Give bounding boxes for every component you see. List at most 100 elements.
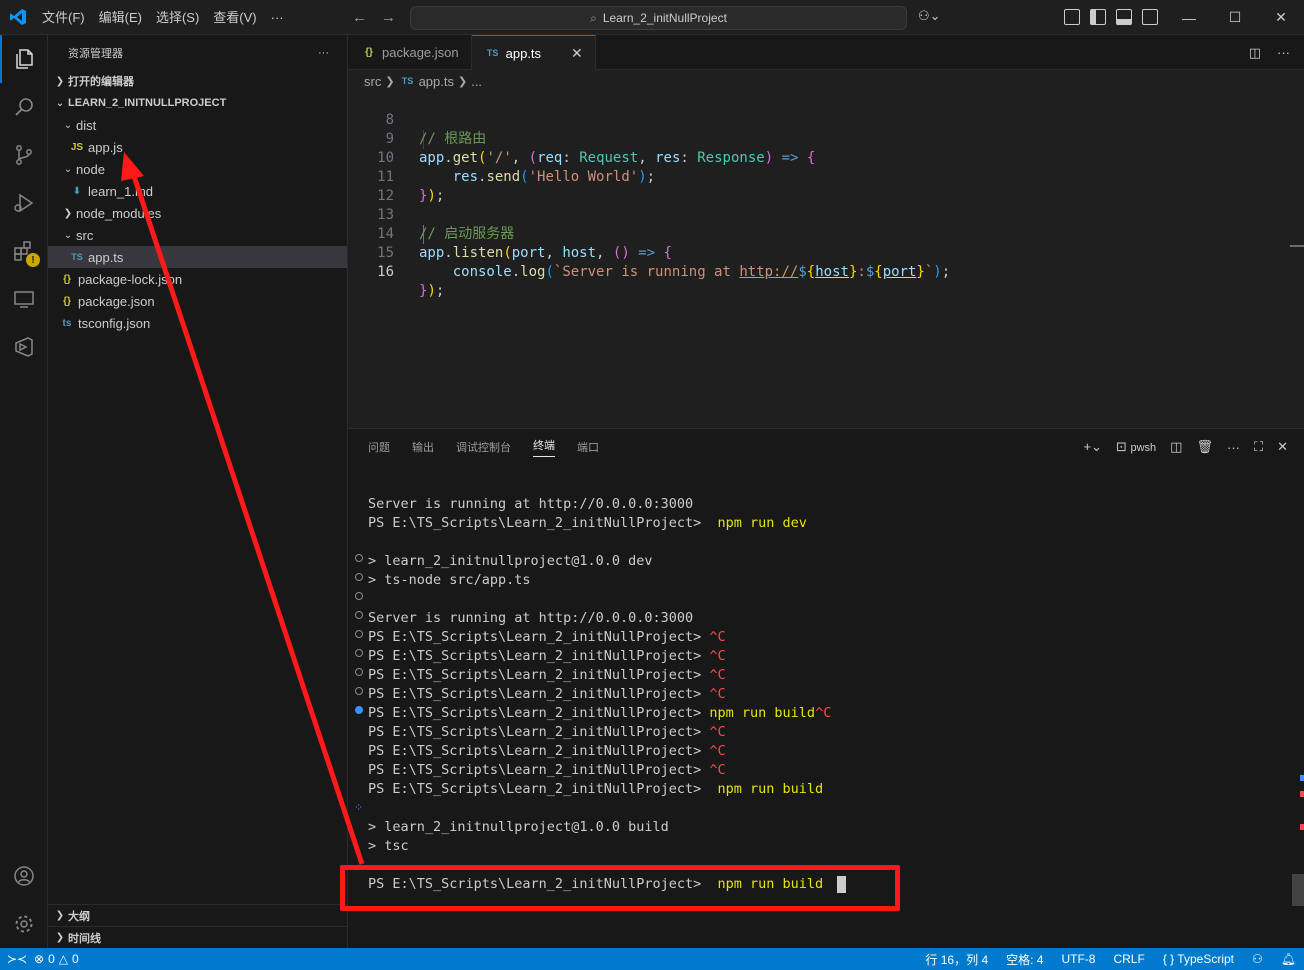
command-decoration[interactable] [355,630,363,638]
tree-file-package-lock[interactable]: {} package-lock.json [48,268,347,290]
markdown-file-icon: ⬇ [72,185,82,197]
command-decoration[interactable] [355,687,363,695]
copilot-icon[interactable]: ⚇⌄ [918,8,941,24]
tab-debug-console[interactable]: 调试控制台 [456,439,511,455]
line-ending[interactable]: CRLF [1113,952,1144,966]
cursor-position[interactable]: 行 16，列 4 [925,951,988,968]
explorer-sidebar: 资源管理器 ··· ❯ 打开的编辑器 ⌄ LEARN_2_INITNULLPRO… [48,35,348,948]
language-mode[interactable]: { } TypeScript [1163,952,1234,966]
maximize-icon[interactable]: ☐ [1212,0,1258,35]
tab-terminal[interactable]: 终端 [533,437,555,457]
title-bar: 文件(F) 编辑(E) 选择(S) 查看(V) ··· ← → ⌕ Learn_… [0,0,1304,35]
tree-file-package-json[interactable]: {} package.json [48,290,347,312]
close-window-icon[interactable]: ✕ [1258,0,1304,35]
tab-package-json[interactable]: {} package.json [348,35,472,70]
tree-file-tsconfig[interactable]: ts tsconfig.json [48,312,347,334]
tree-file-app-ts[interactable]: TS app.ts [48,246,347,268]
terminal-command: npm run build [709,705,816,721]
kill-terminal-icon[interactable]: 🗑 [1196,439,1213,455]
notifications-bell-icon[interactable]: 🔔︎ [1281,952,1296,966]
visual-studio-icon[interactable] [0,323,48,371]
command-decoration[interactable] [355,554,363,562]
code-token: // 启动服务器 [419,226,515,242]
tree-folder-dist[interactable]: ⌄ dist [48,114,347,136]
toggle-primary-sidebar-icon[interactable] [1090,9,1106,25]
chevron-right-icon: ❯ [55,75,65,87]
back-arrow-icon[interactable]: ← [352,9,367,26]
split-terminal-icon[interactable]: ◫ [1170,439,1182,455]
chevron-right-icon: ❯ [55,932,65,943]
menu-selection[interactable]: 选择(S) [149,0,206,35]
problems-indicator[interactable]: ⊗ 0 △ 0 [34,952,79,966]
minimize-icon[interactable]: — [1166,0,1212,35]
tab-app-ts[interactable]: TS app.ts ✕ [471,35,596,70]
breadcrumb-file[interactable]: app.ts [419,74,454,89]
tab-problems[interactable]: 问题 [368,439,390,455]
tree-file-app-js[interactable]: JS app.js [48,136,347,158]
tab-ports[interactable]: 端口 [577,439,599,455]
tree-label: app.js [88,139,123,155]
command-decoration[interactable] [355,592,363,600]
terminal-shell-icon[interactable]: ⊡ pwsh [1116,439,1156,455]
remote-indicator-icon[interactable]: ≻≺ [0,948,34,970]
copilot-status-icon[interactable]: ⚇ [1252,952,1263,966]
new-terminal-icon[interactable]: +⌄ [1083,439,1101,455]
menu-file[interactable]: 文件(F) [35,0,92,35]
menu-edit[interactable]: 编辑(E) [92,0,149,35]
command-center-search[interactable]: ⌕ Learn_2_initNullProject [410,6,907,30]
forward-arrow-icon[interactable]: → [381,9,396,26]
terminal-line: > tsc [368,837,409,856]
extensions-icon[interactable]: ! [0,227,48,275]
breadcrumb-folder[interactable]: src [364,74,381,89]
tree-label: learn_1.md [88,183,154,199]
tree-folder-src[interactable]: ⌄ src [48,224,347,246]
account-icon[interactable] [0,852,48,900]
explorer-more-icon[interactable]: ··· [318,47,329,59]
indentation[interactable]: 空格: 4 [1006,951,1043,968]
menu-view[interactable]: 查看(V) [206,0,263,35]
run-debug-icon[interactable] [0,179,48,227]
search-icon[interactable] [0,83,48,131]
tree-file-learn-md[interactable]: ⬇ learn_1.md [48,180,347,202]
source-control-icon[interactable] [0,131,48,179]
code-token: `Server is running at [553,264,740,280]
sparkle-icon[interactable]: ⁘ [354,801,363,814]
editor-more-icon[interactable]: ··· [1277,45,1290,61]
command-decoration[interactable] [355,573,363,581]
maximize-panel-icon[interactable]: ⛶ [1254,439,1263,455]
project-section[interactable]: ⌄ LEARN_2_INITNULLPROJECT [48,92,347,114]
terminal-text: > ts-node src/app.ts [368,572,531,588]
terminal-line: PS E:\TS_Scripts\Learn_2_initNullProject… [368,685,726,704]
command-decoration[interactable] [355,668,363,676]
tree-folder-node-modules[interactable]: ❯ node_modules [48,202,347,224]
settings-gear-icon[interactable] [0,900,48,948]
command-decoration[interactable] [355,706,363,714]
chevron-right-icon: ❯ [385,75,395,88]
customize-layout-icon[interactable] [1064,9,1080,25]
code-token: listen [452,245,504,261]
tab-output[interactable]: 输出 [412,439,434,455]
tree-folder-node[interactable]: ⌄ node [48,158,347,180]
code-editor[interactable]: 8 // 根路由 9 app.get('/', (req: Request, r… [348,92,1304,428]
open-editors-section[interactable]: ❯ 打开的编辑器 [48,70,347,92]
breadcrumb-more[interactable]: ... [471,74,482,89]
tree-label: node [76,161,105,177]
panel-more-icon[interactable]: ··· [1227,440,1240,455]
toggle-secondary-sidebar-icon[interactable] [1142,9,1158,25]
explorer-icon[interactable] [0,35,48,83]
command-decoration[interactable] [355,611,363,619]
toggle-panel-icon[interactable] [1116,9,1132,25]
code-token: req [537,150,563,166]
close-panel-icon[interactable]: ✕ [1277,439,1288,455]
close-tab-icon[interactable]: ✕ [571,45,583,62]
terminal-scrollbar[interactable] [1292,874,1304,906]
code-token: // 根路由 [419,131,487,147]
remote-explorer-icon[interactable] [0,275,48,323]
timeline-section[interactable]: ❯ 时间线 [48,926,348,948]
command-decoration[interactable] [355,649,363,657]
menu-more[interactable]: ··· [264,0,291,35]
explorer-title: 资源管理器 [68,47,123,60]
encoding[interactable]: UTF-8 [1061,952,1095,966]
split-editor-icon[interactable]: ◫ [1249,45,1261,61]
outline-section[interactable]: ❯ 大纲 [48,904,348,926]
